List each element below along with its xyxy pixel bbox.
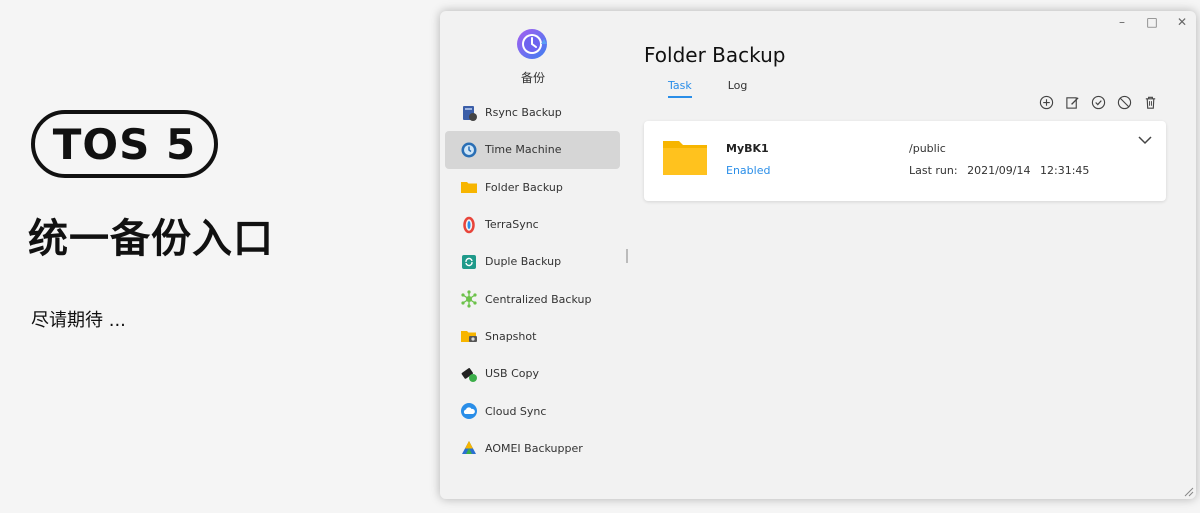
sidebar-item-rsync-backup[interactable]: Rsync Backup <box>445 94 620 131</box>
backup-app-icon <box>517 29 547 59</box>
last-run-date: 2021/09/14 <box>967 164 1031 177</box>
sidebar-item-folder-backup[interactable]: Folder Backup <box>445 169 620 206</box>
tab-bar: Task Log <box>668 79 747 98</box>
sidebar-item-label: Duple Backup <box>485 255 562 269</box>
aomei-icon <box>459 438 479 458</box>
sidebar-item-terrasync[interactable]: TerraSync <box>445 206 620 243</box>
disable-icon[interactable] <box>1117 95 1132 110</box>
tos-badge: TOS 5 <box>31 110 218 178</box>
promo-panel: TOS 5 统一备份入口 尽请期待 ... <box>0 0 430 513</box>
sidebar-item-snapshot[interactable]: Snapshot <box>445 318 620 355</box>
page-title: Folder Backup <box>644 43 786 67</box>
check-icon[interactable] <box>1091 95 1106 110</box>
sidebar: 备份 Rsync Backup Time Machine Folder Back… <box>440 11 626 499</box>
app-name: 备份 <box>520 71 545 85</box>
promo-subtitle: 尽请期待 ... <box>31 310 126 331</box>
task-card[interactable]: MyBK1 Enabled /public Last run: 2021/09/… <box>644 121 1166 201</box>
last-run-time: 12:31:45 <box>1040 164 1090 177</box>
sidebar-item-centralized-backup[interactable]: Centralized Backup <box>445 280 620 317</box>
task-toolbar <box>1039 95 1158 110</box>
sidebar-item-usb-copy[interactable]: USB Copy <box>445 355 620 392</box>
edit-icon[interactable] <box>1065 95 1080 110</box>
centralized-backup-icon <box>459 289 479 309</box>
task-status: Enabled <box>726 164 771 177</box>
sidebar-item-label: USB Copy <box>485 367 539 381</box>
usb-copy-icon <box>459 364 479 384</box>
sidebar-item-label: Time Machine <box>485 143 562 157</box>
folder-icon <box>459 177 479 197</box>
task-last-run: Last run: 2021/09/14 12:31:45 <box>909 164 1095 177</box>
terrasync-icon <box>459 215 479 235</box>
resize-grip-icon[interactable] <box>1184 487 1194 497</box>
sidebar-item-label: Cloud Sync <box>485 404 547 418</box>
chevron-down-icon[interactable] <box>1138 135 1152 145</box>
sidebar-item-label: Snapshot <box>485 329 537 343</box>
tab-log[interactable]: Log <box>728 79 748 98</box>
duple-backup-icon <box>459 252 479 272</box>
main-content: Folder Backup Task Log MyBK1 Enabled /pu… <box>644 11 1196 499</box>
last-run-label: Last run: <box>909 164 958 177</box>
task-path: /public <box>909 142 946 155</box>
time-machine-icon <box>459 140 479 160</box>
backup-app-window: – □ ✕ 备份 Rsync Backup Time Machine Folde… <box>440 11 1196 499</box>
add-icon[interactable] <box>1039 95 1054 110</box>
task-name: MyBK1 <box>726 142 769 155</box>
sidebar-item-label: Folder Backup <box>485 180 563 194</box>
sidebar-item-label: Centralized Backup <box>485 292 592 306</box>
sidebar-item-label: TerraSync <box>485 218 539 232</box>
sidebar-item-label: Rsync Backup <box>485 106 562 120</box>
promo-title: 统一备份入口 <box>28 216 274 262</box>
sidebar-scrollbar[interactable] <box>626 249 628 263</box>
rsync-icon <box>459 103 479 123</box>
snapshot-icon <box>459 326 479 346</box>
tab-task[interactable]: Task <box>668 79 692 98</box>
sidebar-item-cloud-sync[interactable]: Cloud Sync <box>445 392 620 429</box>
sidebar-item-time-machine[interactable]: Time Machine <box>445 131 620 169</box>
cloud-sync-icon <box>459 401 479 421</box>
folder-icon <box>663 141 707 175</box>
delete-icon[interactable] <box>1143 95 1158 110</box>
sidebar-list: Rsync Backup Time Machine Folder Backup … <box>445 94 620 467</box>
sidebar-item-duple-backup[interactable]: Duple Backup <box>445 243 620 280</box>
sidebar-item-aomei-backupper[interactable]: AOMEI Backupper <box>445 430 620 467</box>
sidebar-item-label: AOMEI Backupper <box>485 441 583 455</box>
